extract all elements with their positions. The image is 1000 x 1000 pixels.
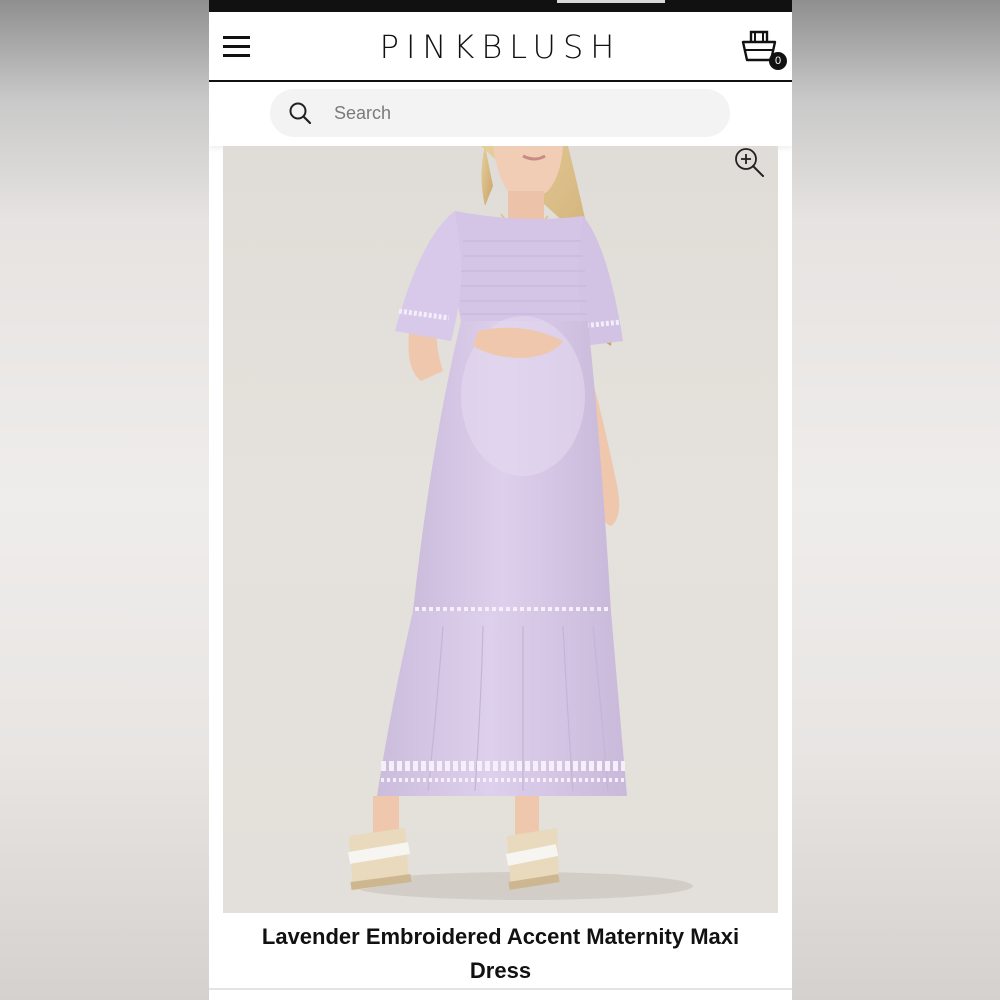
divider <box>209 988 792 990</box>
cart-button[interactable]: 0 <box>739 28 789 72</box>
search-placeholder: Search <box>334 103 392 123</box>
product-image[interactable] <box>223 146 778 913</box>
product-title: Lavender Embroidered Accent Maternity Ma… <box>261 924 740 983</box>
status-bar <box>209 0 792 12</box>
cart-count-badge: 0 <box>769 52 787 70</box>
background-left <box>0 0 209 1000</box>
zoom-in-icon <box>735 148 764 177</box>
brand-logo[interactable]: PINKBLUSH <box>209 28 792 66</box>
model-photo <box>348 146 693 900</box>
zoom-button[interactable] <box>733 146 767 180</box>
background-right <box>792 0 1000 1000</box>
search-icon <box>289 102 312 125</box>
search-input[interactable]: Search <box>270 89 730 137</box>
search-bar-area: Search <box>209 82 792 146</box>
phone-screen: PINKBLUSH 0 Search Lavender Embroidered … <box>209 0 792 1000</box>
status-indicator <box>557 0 665 3</box>
site-header: PINKBLUSH 0 <box>209 12 792 82</box>
